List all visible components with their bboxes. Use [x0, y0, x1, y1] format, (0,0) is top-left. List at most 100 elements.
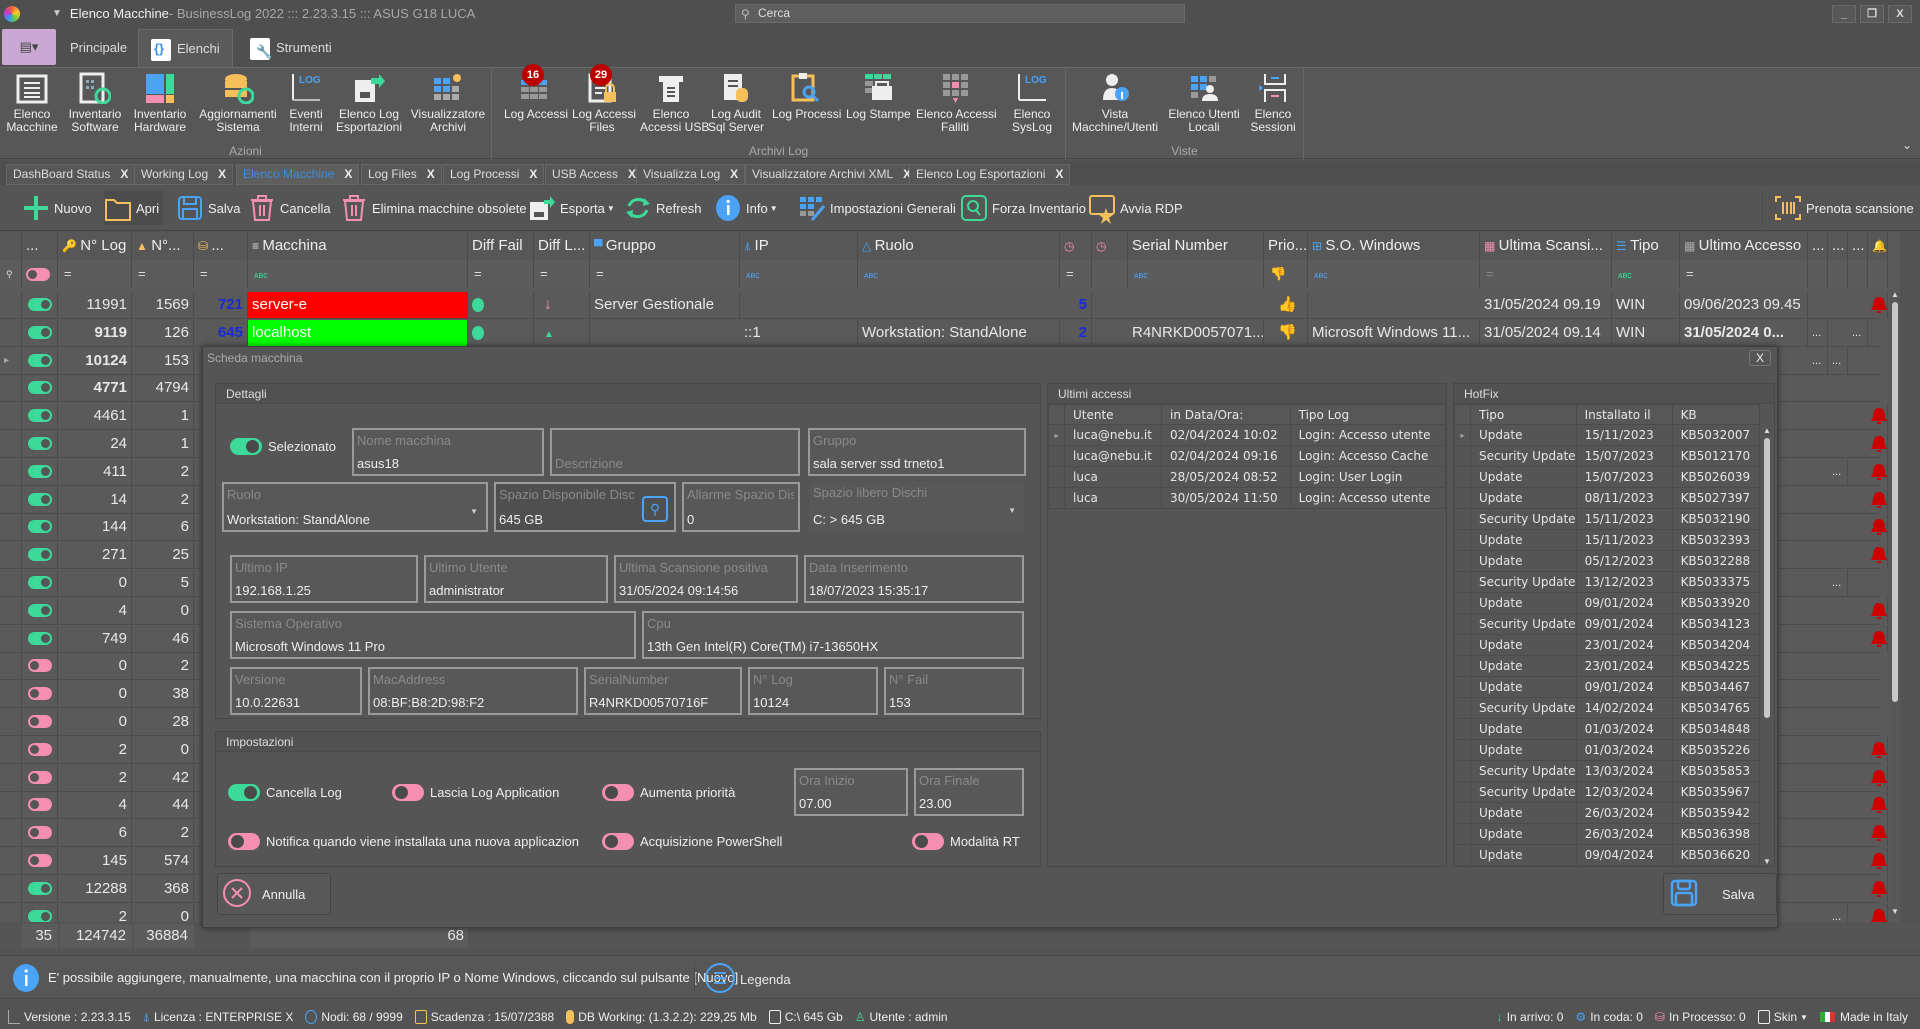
hotfix-row[interactable]: Update 08/11/2023 KB5027397 [1454, 487, 1760, 509]
selected-cell[interactable] [22, 486, 58, 513]
selected-toggle[interactable] [28, 798, 52, 812]
col-header-n-3[interactable]: ⛁ ... [194, 232, 248, 260]
row-indicator[interactable] [0, 319, 22, 346]
gruppo-field[interactable]: Gruppo sala server ssd trneto1 [808, 428, 1026, 476]
log-processi-button[interactable]: Log Processi [772, 72, 841, 121]
row-indicator[interactable] [0, 542, 22, 569]
hotfix-row[interactable]: Security Update 14/02/2024 KB5034765 [1454, 697, 1760, 719]
hotfix-row[interactable]: Update 26/03/2024 KB5035942 [1454, 802, 1760, 824]
scroll-down-icon[interactable]: ▼ [1763, 857, 1771, 866]
hotfix-row[interactable]: ▸ Update 15/11/2023 KB5032007 [1454, 424, 1760, 446]
hotfix-row[interactable]: Update 05/12/2023 KB5032288 [1454, 550, 1760, 572]
col-header-selected[interactable]: ... [22, 232, 58, 260]
row-indicator[interactable] [0, 875, 22, 902]
tab-usb-access[interactable]: USB Access X [545, 164, 644, 185]
selected-toggle[interactable] [28, 492, 52, 506]
access-row[interactable]: luca 28/05/2024 08:52 Login: User Login [1048, 466, 1447, 488]
col-header-macchina[interactable]: ≡ Macchina [248, 232, 468, 260]
elenco-utenti-locali-button[interactable]: Elenco Utenti Locali [1166, 72, 1242, 134]
filter-selected[interactable] [22, 260, 58, 288]
toggle-switch[interactable] [230, 438, 262, 455]
alarm-cell[interactable] [1868, 431, 1888, 457]
col-header-gruppo[interactable]: ▀ Gruppo [590, 232, 740, 260]
selected-cell[interactable] [22, 875, 58, 902]
impostazioni-generali-button[interactable]: Impostazioni Generali [798, 191, 956, 225]
tab-log-processi[interactable]: Log Processi X [443, 164, 545, 185]
selected-toggle[interactable] [28, 659, 52, 673]
serial-number-field[interactable]: SerialNumber R4NRKD00570716F [584, 667, 742, 715]
spazio-libero-select[interactable]: Spazio libero Dischi C: > 645 GB ▼ [808, 480, 1026, 532]
col-header-n-fail[interactable]: ▲ N°... [132, 232, 194, 260]
selected-toggle[interactable] [28, 909, 52, 923]
tab-elenco-macchine[interactable]: Elenco Macchine X [236, 164, 360, 185]
elenco-sessioni-button[interactable]: Elenco Sessioni [1248, 72, 1298, 134]
col-header-diff-log[interactable]: Diff L... [534, 232, 590, 260]
filter-serial-number[interactable]: ᴀʙᴄ [1128, 260, 1264, 288]
col-header-priority[interactable]: Prio... [1264, 232, 1308, 260]
refresh-button[interactable]: Refresh [624, 191, 702, 225]
alarm-bell-icon[interactable] [1871, 296, 1887, 314]
alarm-cell[interactable] [1868, 736, 1888, 763]
table-row[interactable]: 11991 1569 721 server-e ↓ Server Gestionale 5 👍… [0, 292, 1888, 319]
selected-toggle[interactable] [28, 603, 52, 617]
ruolo-select[interactable]: Ruolo Workstation: StandAlone ▼ [222, 482, 488, 532]
toggle-switch[interactable] [912, 833, 944, 850]
access-row[interactable]: luca@nebu.it 02/04/2024 09:16 Login: Acces… [1048, 445, 1447, 467]
filter-gruppo[interactable]: = [590, 260, 740, 288]
restore-button[interactable]: ❐ [1860, 5, 1884, 23]
filter-priority[interactable]: 👎 [1264, 260, 1308, 288]
selected-cell[interactable] [22, 736, 58, 763]
row-indicator[interactable] [0, 375, 22, 402]
selected-toggle[interactable] [28, 854, 52, 867]
alarm-cell[interactable] [1868, 292, 1888, 318]
hotfix-row[interactable]: Security Update 12/03/2024 KB5035967 [1454, 781, 1760, 803]
col-header-tipo[interactable]: ☰ Tipo [1612, 232, 1680, 260]
hotfix-row[interactable]: Security Update 13/12/2023 KB5033375 [1454, 571, 1760, 593]
search-disk-button[interactable]: ⚲ [642, 496, 668, 522]
filter-extra-2[interactable] [1828, 260, 1848, 288]
tab-visualizzatore-archivi-xml[interactable]: Visualizzatore Archivi XML X [745, 164, 919, 185]
esporta-button[interactable]: Esporta ▼ [528, 191, 615, 225]
data-inserimento-field[interactable]: Data Inserimento 18/07/2023 15:35:17 [804, 555, 1024, 603]
alarm-bell-icon[interactable] [1871, 852, 1887, 870]
selected-cell[interactable] [22, 792, 58, 819]
row-indicator[interactable] [0, 514, 22, 541]
alarm-cell[interactable] [1868, 458, 1888, 485]
filter-alarm[interactable] [1868, 260, 1888, 288]
filter-ultimo-accesso[interactable]: = [1680, 260, 1808, 288]
row-indicator[interactable]: ▸ [0, 347, 22, 374]
alarm-cell[interactable] [1868, 848, 1888, 874]
inventario-hardware-button[interactable]: Inventario Hardware [130, 72, 190, 134]
elenco-accessi-usb-button[interactable]: Elenco Accessi USB [640, 72, 709, 134]
scroll-up-icon[interactable]: ▲ [1763, 426, 1771, 435]
descrizione-field[interactable]: Descrizione [550, 428, 800, 476]
close-dialog-button[interactable]: X [1749, 350, 1771, 366]
spazio-disponibile-field[interactable]: Spazio Disponibile Disco 645 GB ⚲ [494, 482, 676, 532]
ultimo-utente-field[interactable]: Ultimo Utente administrator [424, 555, 608, 603]
allarme-spazio-field[interactable]: Allarme Spazio Disco 0 [682, 482, 800, 532]
row-indicator[interactable] [0, 403, 22, 430]
col-header-ruolo[interactable]: △ Ruolo [858, 232, 1060, 260]
sistema-operativo-field[interactable]: Sistema Operativo Microsoft Windows 11 Pr… [230, 611, 636, 659]
minimize-button[interactable]: _ [1832, 5, 1856, 23]
selected-toggle[interactable] [28, 715, 52, 728]
selected-toggle[interactable] [28, 687, 52, 701]
selected-cell[interactable] [22, 570, 58, 596]
row-indicator[interactable] [0, 681, 22, 708]
hotfix-row[interactable]: Update 01/03/2024 KB5035226 [1454, 739, 1760, 761]
selected-cell[interactable] [22, 347, 58, 374]
hotfix-row[interactable]: Update 09/01/2024 KB5033920 [1454, 592, 1760, 614]
alarm-bell-icon[interactable] [1871, 824, 1887, 842]
alarm-bell-icon[interactable] [1871, 546, 1887, 564]
alarm-bell-icon[interactable] [1871, 602, 1887, 620]
nuovo-button[interactable]: Nuovo [22, 191, 92, 225]
hotfix-row[interactable]: Security Update 09/01/2024 KB5034123 [1454, 613, 1760, 635]
selected-cell[interactable] [22, 431, 58, 457]
selected-toggle[interactable] [28, 464, 52, 478]
scroll-up-icon[interactable]: ▲ [1891, 290, 1899, 299]
selected-cell[interactable] [22, 514, 58, 541]
cancella-log-toggle[interactable]: Cancella Log [228, 784, 342, 801]
alarm-cell[interactable] [1868, 486, 1888, 513]
tab-visualizza-log[interactable]: Visualizza Log X [636, 164, 746, 185]
filter-n-fail[interactable]: = [132, 260, 194, 288]
